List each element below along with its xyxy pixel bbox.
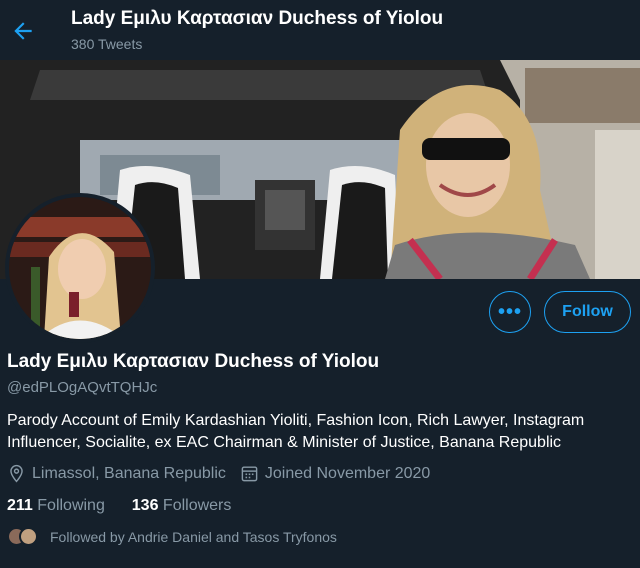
calendar-icon xyxy=(241,466,258,482)
back-button[interactable] xyxy=(10,18,36,44)
follow-counts: 211 Following 136 Followers xyxy=(7,497,231,515)
tweet-count: 380 Tweets xyxy=(71,36,143,52)
top-bar: Lady Εμιλυ Καρτασιαν Duchess of Yiolou 3… xyxy=(0,0,640,60)
profile-avatar[interactable] xyxy=(5,193,155,343)
avatar-image xyxy=(9,197,151,339)
profile-meta: Limassol, Banana Republic Joined Novembe… xyxy=(7,464,430,483)
followers-label: Followers xyxy=(162,497,232,514)
location-text: Limassol, Banana Republic xyxy=(32,464,226,482)
followed-by-text: Followed by Andrie Daniel and Tasos Tryf… xyxy=(50,528,337,545)
user-handle: @edPLOgAQvtTQHJc xyxy=(7,379,158,396)
follower-avatar xyxy=(19,527,38,546)
following-count: 211 xyxy=(7,497,33,514)
more-icon: ••• xyxy=(497,300,522,323)
profile-bio: Parody Account of Emily Kardashian Yioli… xyxy=(7,412,585,451)
more-options-button[interactable]: ••• xyxy=(489,291,531,333)
followers-count: 136 xyxy=(131,497,159,514)
back-arrow-icon xyxy=(14,22,32,40)
following-link[interactable]: 211 Following xyxy=(7,497,109,514)
joined-date: Joined November 2020 xyxy=(264,464,431,482)
follow-button[interactable]: Follow xyxy=(544,291,631,333)
header-title: Lady Εμιλυ Καρτασιαν Duchess of Yiolou xyxy=(71,8,444,29)
followers-link[interactable]: 136 Followers xyxy=(132,497,232,514)
following-label: Following xyxy=(37,497,105,514)
display-name: Lady Εμιλυ Καρτασιαν Duchess of Yiolou xyxy=(7,351,380,372)
location-pin-icon xyxy=(10,464,23,483)
followed-by[interactable]: Followed by Andrie Daniel and Tasos Tryf… xyxy=(7,527,337,546)
